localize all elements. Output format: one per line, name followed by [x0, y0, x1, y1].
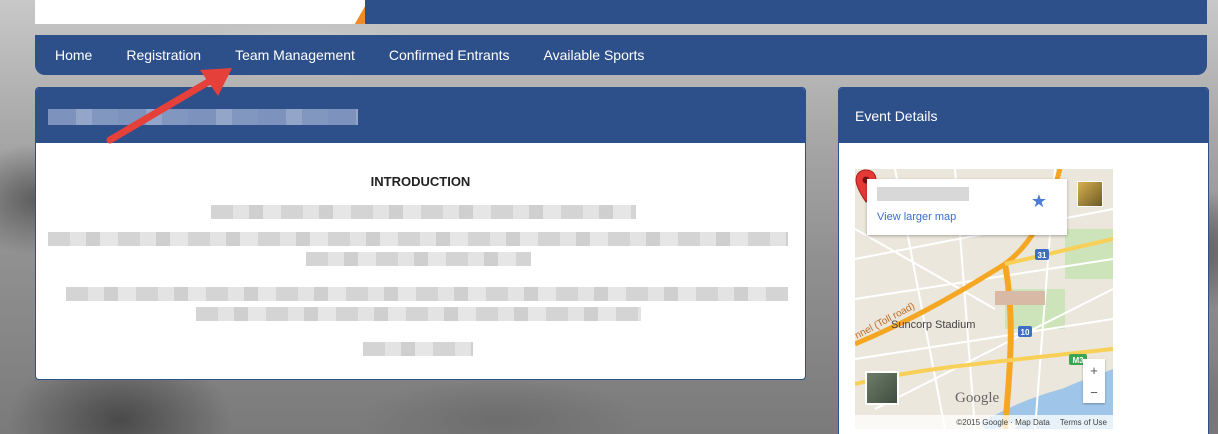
- annotation-arrow-icon: [106, 68, 232, 144]
- event-details-header: Event Details: [839, 88, 1208, 143]
- satellite-toggle[interactable]: [865, 371, 899, 405]
- stadium-label: Suncorp Stadium: [891, 319, 976, 331]
- nav-team-management[interactable]: Team Management: [235, 47, 355, 63]
- route-10-label: 10: [1021, 328, 1030, 337]
- avatar[interactable]: [1077, 181, 1103, 207]
- nav-available-sports[interactable]: Available Sports: [544, 47, 645, 63]
- redacted-text-line: [66, 287, 788, 301]
- zoom-in-button[interactable]: +: [1090, 363, 1098, 378]
- zoom-out-button[interactable]: −: [1090, 385, 1098, 400]
- zoom-control: + −: [1083, 359, 1105, 403]
- google-logo: Google: [955, 390, 1000, 406]
- redacted-place-name: [877, 187, 969, 201]
- map-place-card: View larger map ★: [867, 179, 1067, 235]
- top-banner: [35, 0, 1207, 24]
- redacted-text-line: [196, 307, 641, 321]
- nav-home[interactable]: Home: [55, 47, 92, 63]
- nav-confirmed-entrants[interactable]: Confirmed Entrants: [389, 47, 510, 63]
- star-icon[interactable]: ★: [1031, 191, 1047, 212]
- intro-title: INTRODUCTION: [370, 174, 471, 189]
- redacted-text-line: [211, 205, 636, 219]
- terms-of-use-link[interactable]: Terms of Use: [1060, 418, 1107, 427]
- redacted-text-line: [48, 232, 788, 246]
- event-details-panel: Event Details 31 10 M3 nnel (Toll road): [838, 87, 1209, 434]
- view-larger-map-link[interactable]: View larger map: [877, 211, 956, 223]
- banner-blue-strip: [365, 0, 1207, 24]
- route-31-label: 31: [1038, 251, 1047, 260]
- map-footer: ©2015 Google · Map Data Terms of Use: [855, 415, 1113, 429]
- redacted-text-line: [306, 252, 531, 266]
- redacted-text-line: [363, 342, 473, 356]
- map-copyright: ©2015 Google · Map Data: [956, 417, 1050, 427]
- embedded-map[interactable]: 31 10 M3 nnel (Toll road) View larger ma…: [855, 169, 1113, 429]
